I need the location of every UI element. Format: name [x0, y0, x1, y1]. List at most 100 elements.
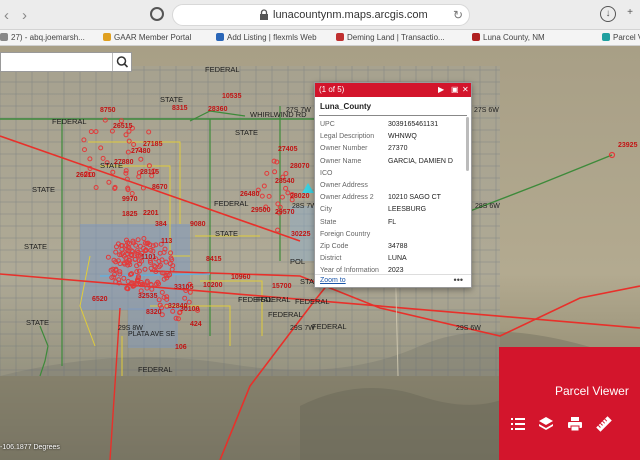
parcel-number-label: 1101	[141, 254, 156, 261]
parcel-number-label: 28115	[140, 169, 159, 176]
parcel-number-label: 10960	[231, 274, 251, 281]
bookmark-item[interactable]: Deming Land | Transactio...	[336, 33, 445, 42]
parcel-number-label: 1825	[122, 211, 138, 218]
parcel-number-label: 26480	[240, 191, 260, 198]
parcel-number-label: 33105	[174, 284, 194, 291]
land-status-label: FEDERAL	[214, 199, 249, 208]
attribute-value: LEESBURG	[388, 206, 427, 214]
bookmark-item[interactable]: Add Listing | flexmls Web	[216, 33, 317, 42]
popup-counter: (1 of 5)	[319, 85, 345, 94]
attribute-row: Owner Address	[320, 180, 453, 192]
parcel-number-label: 113	[161, 238, 172, 245]
popup-header: (1 of 5) ▶ ▣ ✕	[315, 83, 471, 97]
attribute-value	[388, 168, 453, 180]
attribute-value: 3039165461131	[388, 121, 439, 128]
parcel-number-label: 8320	[146, 309, 162, 316]
address-bar[interactable]: lunacountynm.maps.arcgis.com ↻	[172, 4, 470, 26]
land-status-label: PLATA AVE SE	[128, 331, 175, 338]
shield-icon[interactable]	[150, 7, 164, 21]
land-status-label: FEDERAL	[295, 297, 330, 306]
attribute-row: Legal Description WHNWQ	[320, 131, 453, 143]
attribute-value: 27370	[388, 145, 408, 153]
search-input[interactable]	[1, 53, 113, 71]
land-status-label: STATE	[215, 229, 238, 238]
land-status-label: FEDERAL	[205, 65, 240, 74]
scale-readout: -106.1877 Degrees	[0, 444, 60, 451]
new-tab-icon[interactable]: +	[622, 6, 638, 22]
bookmark-favicon	[0, 33, 8, 41]
land-status-label: FEDERAL	[256, 295, 291, 304]
parcel-number-label: 27880	[114, 159, 134, 166]
popup-scrollbar[interactable]	[466, 117, 469, 171]
parcel-popup: (1 of 5) ▶ ▣ ✕ Luna_County UPC 3039165461…	[314, 82, 472, 288]
township-label: 29S 8W	[118, 325, 143, 332]
parcel-number-label: 6520	[92, 296, 108, 303]
land-status-label: STATE	[26, 318, 49, 327]
maximize-icon[interactable]: ▣	[451, 83, 459, 97]
parcel-number-label: 28020	[290, 193, 310, 200]
list-icon[interactable]	[509, 415, 527, 433]
township-label: 28S 6W	[475, 203, 500, 210]
measure-icon[interactable]	[595, 415, 613, 433]
more-options-icon[interactable]: •••	[454, 275, 463, 285]
url-text: lunacountynm.maps.arcgis.com	[273, 9, 428, 21]
back-icon[interactable]: ‹	[4, 7, 9, 24]
attribute-key: District	[320, 255, 342, 263]
parcel-number-label: 424	[190, 321, 202, 328]
attribute-row: State FL	[320, 217, 453, 229]
parcel-number-label: 23925	[618, 142, 638, 149]
forward-icon[interactable]: ›	[22, 7, 27, 24]
parcel-number-label: 26210	[76, 172, 96, 179]
parcel-number-label: 9080	[190, 221, 206, 228]
attribute-key: State	[320, 218, 337, 226]
bookmark-item[interactable]: 27) - abq.joemarsh...	[0, 33, 85, 42]
attribute-row: ICO	[320, 168, 453, 180]
bookmark-item[interactable]: Parcel Vi	[602, 33, 640, 42]
bookmark-item[interactable]: Luna County, NM	[472, 33, 545, 42]
parcel-number-label: 27185	[143, 141, 163, 148]
township-label: 27S 6W	[474, 107, 499, 114]
attribute-value: LUNA	[388, 255, 407, 263]
lock-icon	[260, 9, 268, 20]
land-status-label: STATE	[24, 242, 47, 251]
attribute-key: Zip Code	[320, 243, 349, 251]
browser-toolbar: ‹ › lunacountynm.maps.arcgis.com ↻ ↓ +	[0, 0, 640, 30]
attribute-row: District LUNA	[320, 253, 453, 265]
parcel-number-label: 15700	[272, 283, 292, 290]
parcel-number-label: 10200	[203, 282, 223, 289]
bookmark-favicon	[472, 33, 480, 41]
attribute-key: Legal Description	[320, 133, 375, 141]
bookmark-favicon	[336, 33, 344, 41]
parcel-number-label: 8315	[172, 105, 188, 112]
print-icon[interactable]	[566, 415, 584, 433]
bookmark-favicon	[216, 33, 224, 41]
land-status-label: FEDERAL	[268, 310, 303, 319]
attribute-key: Owner Name	[320, 157, 362, 165]
attribute-key: Owner Number	[320, 145, 368, 153]
parcel-number-label: 29570	[275, 209, 295, 216]
downloads-icon[interactable]: ↓	[600, 6, 616, 22]
search-button[interactable]	[112, 53, 131, 71]
attribute-key: UPC	[320, 121, 335, 128]
zoom-to-link[interactable]: Zoom to	[320, 277, 346, 284]
attribute-value	[388, 229, 453, 241]
attribute-key: City	[320, 206, 333, 214]
parcel-number-label: 8670	[152, 184, 168, 191]
parcel-number-label: 10535	[222, 93, 242, 100]
attribute-row: UPC 3039165461131	[320, 119, 453, 131]
next-feature-icon[interactable]: ▶	[438, 83, 444, 97]
parcel-number-label: 30225	[291, 231, 311, 238]
land-status-label: FEDERAL	[52, 117, 87, 126]
attribute-row: Owner Number 27370	[320, 143, 453, 155]
attribute-key: Owner Address 2	[320, 194, 374, 202]
parcel-number-label: 28070	[290, 163, 310, 170]
close-icon[interactable]: ✕	[462, 83, 469, 97]
layers-icon[interactable]	[537, 415, 555, 433]
parcel-number-label: 30100	[180, 306, 200, 313]
search-box[interactable]	[0, 52, 132, 72]
reload-icon[interactable]: ↻	[453, 8, 463, 22]
bookmark-item[interactable]: GAAR Member Portal	[103, 33, 191, 42]
map-view[interactable]: FEDERAL STATE WHIRLWIND RD STATE FEDERAL STAT…	[0, 46, 640, 460]
parcel-viewer-panel: Parcel Viewer	[499, 347, 640, 460]
attribute-row: Owner Name GARCIA, DAMIEN D	[320, 156, 453, 168]
